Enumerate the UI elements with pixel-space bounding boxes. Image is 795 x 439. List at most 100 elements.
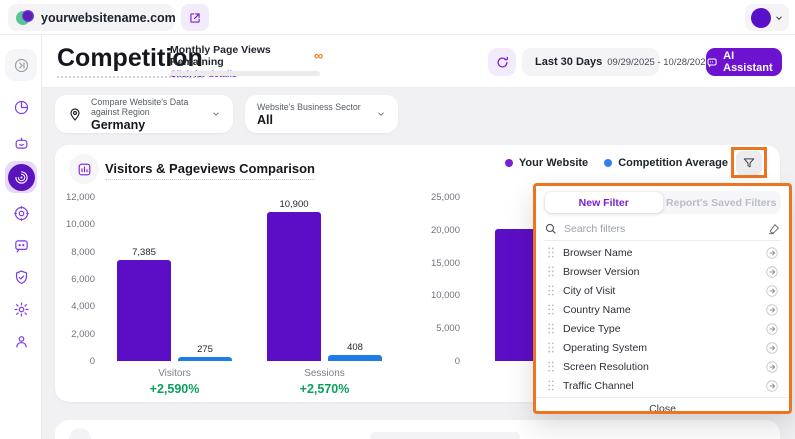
- drag-handle-icon[interactable]: [546, 284, 556, 297]
- filter-list-item[interactable]: Screen Resolution: [536, 357, 789, 376]
- pageviews-remaining-label: Monthly Page Views Remaining: [170, 44, 320, 68]
- refresh-button[interactable]: [488, 48, 516, 76]
- avatar: [751, 8, 771, 28]
- arrow-right-circle-icon[interactable]: [765, 360, 779, 374]
- pageviews-progress-bar: [170, 71, 320, 76]
- site-favicon: [16, 9, 34, 27]
- open-site-button[interactable]: [181, 4, 209, 31]
- sidebar-item-settings[interactable]: [5, 293, 37, 325]
- bar-group: 7,385 275: [117, 197, 232, 361]
- drag-handle-icon[interactable]: [546, 341, 556, 354]
- sidebar-item-assistant[interactable]: [5, 127, 37, 159]
- radar-icon: [14, 170, 29, 185]
- infinity-value: ∞: [314, 48, 323, 63]
- sidebar-item-competition[interactable]: [5, 161, 37, 193]
- y-axis-tick: 10,000: [55, 219, 95, 230]
- filter-list-item[interactable]: City of Visit: [536, 281, 789, 300]
- drag-handle-icon[interactable]: [546, 265, 556, 278]
- drag-handle-icon[interactable]: [546, 303, 556, 316]
- sidebar-item-targeting[interactable]: [5, 197, 37, 229]
- page-header: Competition Monthly Page Views Remaining…: [42, 35, 795, 88]
- gear-icon: [13, 301, 30, 318]
- filter-list-item[interactable]: Country Name: [536, 300, 789, 319]
- close-panel-button[interactable]: Close: [536, 397, 789, 414]
- arrow-right-circle-icon[interactable]: [765, 265, 779, 279]
- sidebar: [0, 35, 42, 439]
- ai-chat-icon: [706, 56, 718, 69]
- date-range-picker[interactable]: Last 30 Days 09/29/2025 - 10/28/2025: [522, 48, 659, 76]
- y-axis-tick: 12,000: [55, 192, 95, 203]
- filter-search-input[interactable]: [564, 223, 760, 235]
- region-filter-value: Germany: [91, 118, 211, 132]
- date-range-label: Last 30 Days: [535, 56, 602, 68]
- bar-your-website: [117, 260, 171, 361]
- date-range-value: 09/29/2025 - 10/28/2025: [607, 57, 711, 68]
- region-filter-dropdown[interactable]: Compare Website's Data against Region Ge…: [55, 95, 233, 133]
- search-icon: [544, 222, 557, 235]
- region-filter-label: Compare Website's Data against Region: [91, 97, 211, 117]
- y-axis-tick: 8,000: [55, 247, 95, 258]
- tab-saved-filters[interactable]: Report's Saved Filters: [663, 192, 781, 213]
- filter-list-item[interactable]: Browser Version: [536, 262, 789, 281]
- y-axis-tick: 10,000: [400, 290, 460, 301]
- next-section-icon-placeholder: [69, 428, 91, 439]
- bar-value-label: 408: [347, 342, 363, 353]
- filter-list-item[interactable]: Device Type: [536, 319, 789, 338]
- pie-chart-icon: [13, 99, 30, 116]
- bar-competition-average: [328, 355, 382, 361]
- target-icon: [13, 205, 30, 222]
- ai-assistant-label: AI Assistant: [723, 50, 782, 74]
- tab-new-filter[interactable]: New Filter: [545, 192, 663, 213]
- arrow-right-circle-icon[interactable]: [765, 303, 779, 317]
- arrow-right-circle-icon[interactable]: [765, 379, 779, 393]
- chevron-down-icon: [211, 109, 221, 119]
- site-selector[interactable]: yourwebsitename.com: [8, 4, 174, 31]
- filter-item-label: Screen Resolution: [563, 361, 649, 373]
- drag-handle-icon[interactable]: [546, 360, 556, 373]
- sector-filter-dropdown[interactable]: Website's Business Sector All: [245, 95, 398, 133]
- delta-percentage: +2,590%: [117, 382, 232, 396]
- filter-item-label: Browser Version: [563, 266, 639, 278]
- bot-icon: [13, 135, 30, 152]
- chevron-down-icon: [376, 109, 386, 119]
- filter-item-label: Browser Name: [563, 247, 632, 259]
- bar-value-label: 275: [197, 344, 213, 355]
- site-name: yourwebsitename.com: [41, 11, 176, 25]
- category-label: Sessions: [267, 368, 382, 379]
- arrow-right-circle-icon[interactable]: [765, 246, 779, 260]
- filter-panel-tabs: New Filter Report's Saved Filters: [544, 191, 781, 214]
- y-axis-tick: 0: [400, 356, 460, 367]
- chat-bubble-icon: [13, 237, 30, 254]
- category-label: Visitors: [117, 368, 232, 379]
- filter-item-label: Operating System: [563, 342, 647, 354]
- delta-percentage: +2,570%: [267, 382, 382, 396]
- sidebar-item-privacy[interactable]: [5, 261, 37, 293]
- arrow-right-circle-icon[interactable]: [765, 322, 779, 336]
- refresh-icon: [495, 55, 510, 70]
- drag-handle-icon[interactable]: [546, 379, 556, 392]
- top-bar: yourwebsitename.com: [0, 0, 795, 35]
- filter-search-row: [544, 217, 781, 241]
- y-axis-tick: 0: [55, 356, 95, 367]
- y-axis-tick: 25,000: [400, 192, 460, 203]
- sidebar-collapse-button[interactable]: [5, 49, 37, 81]
- sidebar-item-chat[interactable]: [5, 229, 37, 261]
- sidebar-item-analytics[interactable]: [5, 91, 37, 123]
- filter-list-item[interactable]: Browser Name: [536, 243, 789, 262]
- filter-item-label: Device Type: [563, 323, 621, 335]
- drag-handle-icon[interactable]: [546, 322, 556, 335]
- bar-group: 10,900 408: [267, 197, 382, 361]
- drag-handle-icon[interactable]: [546, 246, 556, 259]
- sidebar-item-visitors[interactable]: [5, 325, 37, 357]
- filter-list-item[interactable]: Traffic Channel: [536, 376, 789, 395]
- next-section-card: [55, 420, 780, 439]
- bar-value-label: 7,385: [132, 247, 156, 258]
- clear-filters-icon[interactable]: [767, 222, 781, 236]
- arrow-right-circle-icon[interactable]: [765, 284, 779, 298]
- bar-value-label: 10,900: [279, 199, 308, 210]
- filter-list-item[interactable]: Operating System: [536, 338, 789, 357]
- arrow-right-circle-icon[interactable]: [765, 341, 779, 355]
- account-menu[interactable]: [745, 4, 789, 31]
- ai-assistant-button[interactable]: AI Assistant: [706, 48, 782, 76]
- y-axis-tick: 5,000: [400, 323, 460, 334]
